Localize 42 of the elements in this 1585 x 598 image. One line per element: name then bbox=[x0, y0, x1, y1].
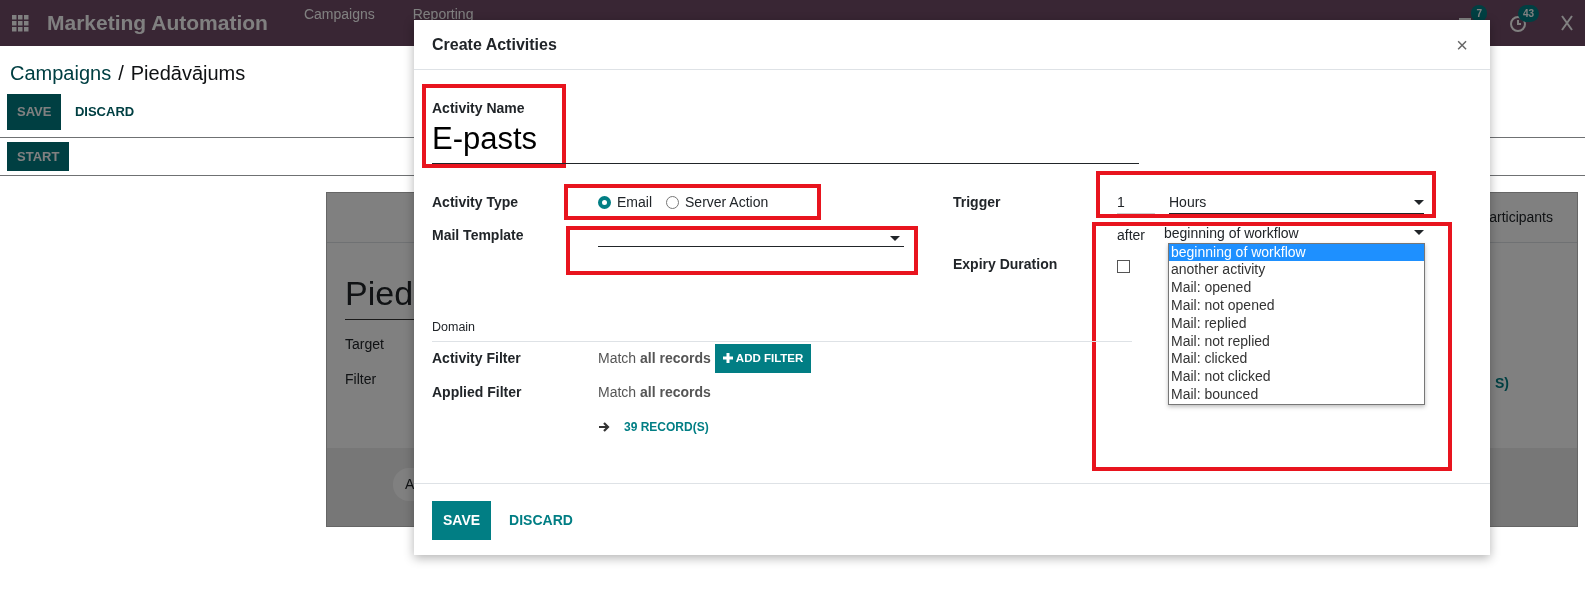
close-button[interactable]: × bbox=[1452, 29, 1472, 60]
field-label: Activity Filter bbox=[432, 348, 522, 368]
name-field[interactable]: E-pasts bbox=[432, 121, 1139, 164]
field-label: Target bbox=[345, 335, 385, 354]
dropdown-option[interactable]: Mail: not opened bbox=[1169, 297, 1424, 315]
radio-option[interactable]: Email bbox=[598, 191, 652, 213]
dropdown-option[interactable]: another activity bbox=[1169, 261, 1424, 280]
amount-field[interactable]: 1 bbox=[1117, 191, 1155, 214]
radio-option[interactable]: Server Action bbox=[666, 191, 769, 213]
dropdown-option[interactable]: Mail: opened bbox=[1169, 279, 1424, 298]
field-label: Applied Filter bbox=[432, 382, 523, 402]
filter-summary: Match all records bbox=[598, 348, 711, 368]
field-label: Trigger bbox=[953, 192, 1002, 212]
breadcrumb-link[interactable]: Campaigns bbox=[10, 62, 112, 84]
discard-button[interactable]: DISCARD bbox=[499, 501, 583, 540]
dropdown-option[interactable]: Mail: not clicked bbox=[1169, 368, 1424, 386]
source-select[interactable]: beginning of workflow bbox=[1164, 224, 1424, 241]
breadcrumb-current: Piedāvājums bbox=[130, 62, 246, 84]
tab-label[interactable]: articipants bbox=[1489, 207, 1553, 228]
dropdown-option[interactable]: Mail: clicked bbox=[1169, 350, 1424, 369]
dialog-title: Create Activities bbox=[432, 34, 557, 55]
add-filter-button[interactable]: ADD FILTER bbox=[714, 343, 812, 373]
breadcrumb-separator: / bbox=[118, 62, 124, 84]
dropdown-option[interactable]: Mail: replied bbox=[1169, 314, 1424, 333]
save-button[interactable]: SAVE bbox=[432, 501, 492, 540]
discard-button[interactable]: DISCARD bbox=[64, 94, 145, 130]
record-count: S) bbox=[1495, 374, 1509, 393]
dropdown-option[interactable]: Mail: not replied bbox=[1169, 332, 1424, 351]
menu-item[interactable]: Campaigns bbox=[303, 4, 375, 25]
field-label: Activity Name bbox=[432, 99, 526, 118]
unit-select[interactable]: Hours bbox=[1169, 191, 1424, 214]
field-label: Filter bbox=[345, 370, 378, 389]
section-heading: Domain bbox=[432, 319, 476, 334]
count-badge: 43 bbox=[1517, 4, 1539, 22]
field-label: Mail Template bbox=[432, 225, 525, 245]
field-label: Activity Type bbox=[432, 192, 520, 212]
after-label: after bbox=[1117, 225, 1145, 245]
records-link[interactable]: 39 RECORD(S) bbox=[624, 417, 709, 436]
field-label: Expiry Duration bbox=[953, 254, 1059, 274]
filter-summary: Match all records bbox=[598, 382, 711, 402]
app-title: Marketing Automation bbox=[47, 10, 268, 37]
dropdown-option[interactable]: Mail: bounced bbox=[1169, 386, 1424, 404]
